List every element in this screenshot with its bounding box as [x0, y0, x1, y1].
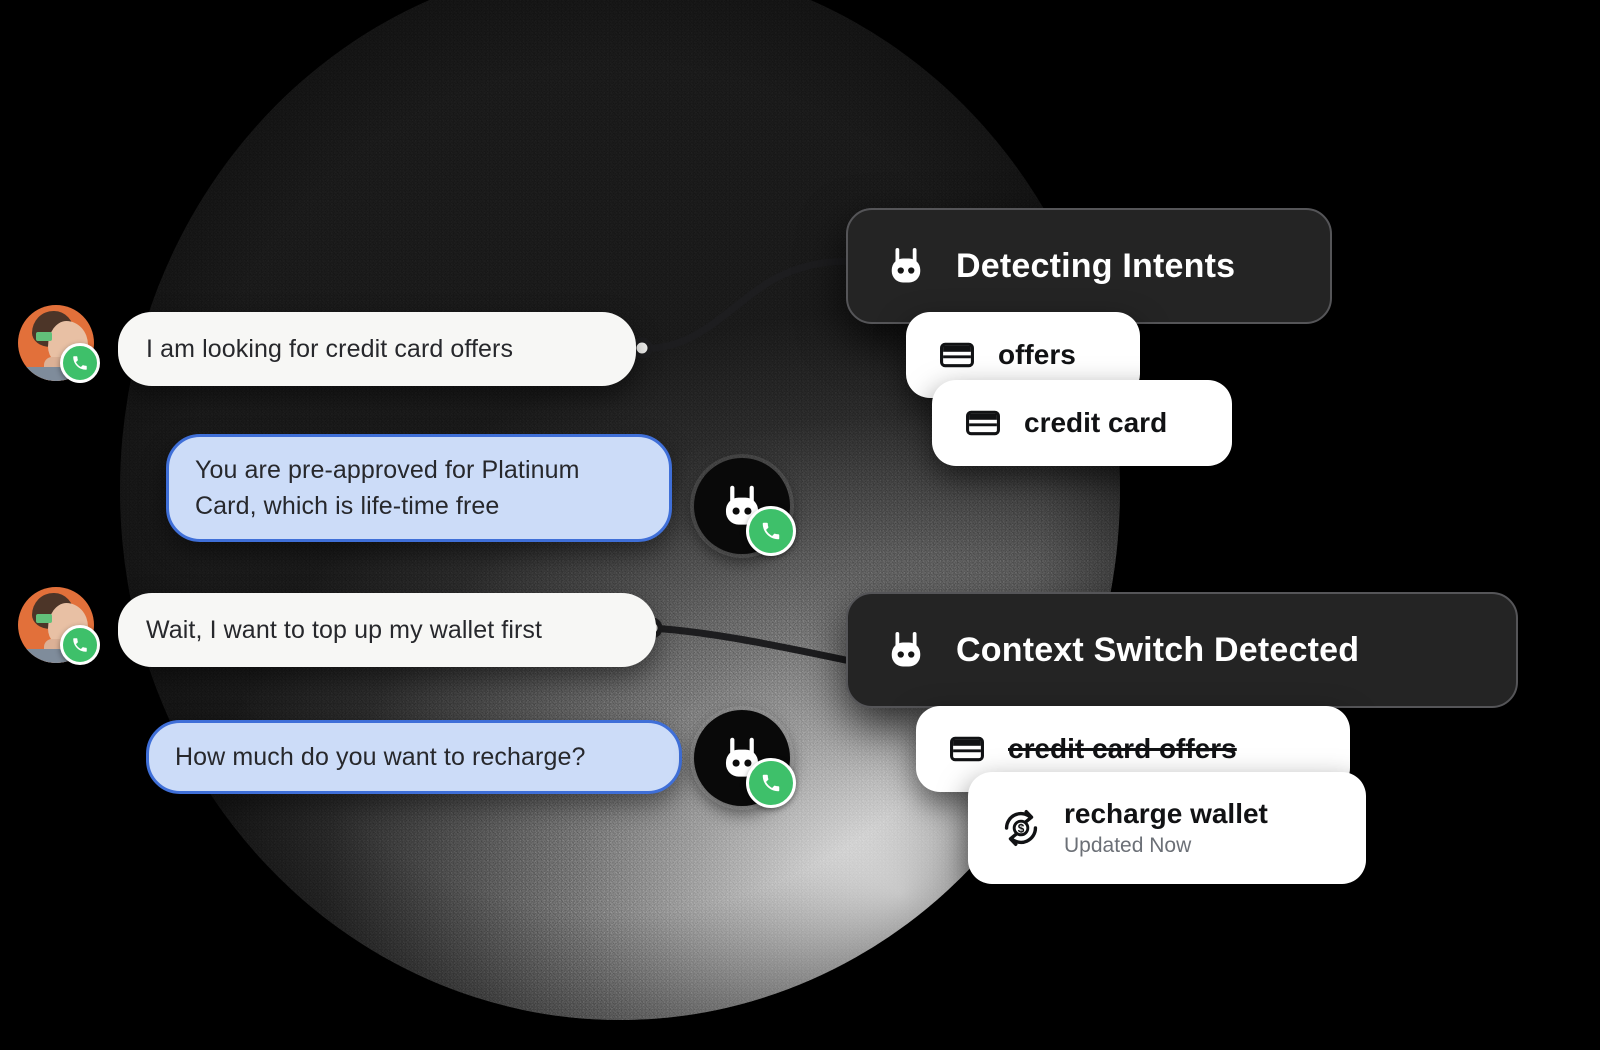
connector-line-2	[641, 617, 859, 666]
avatar-bot-1	[694, 458, 796, 556]
avatar-earpiece	[36, 614, 52, 623]
chat-bubble-text: You are pre-approved for Platinum Card, …	[195, 455, 580, 520]
avatar-user-2	[18, 587, 100, 665]
panel-title: Detecting Intents	[956, 246, 1236, 285]
panel-title: Context Switch Detected	[956, 630, 1360, 669]
credit-card-icon	[950, 736, 984, 762]
chip-intent-recharge-wallet[interactable]: $ recharge wallet Updated Now	[968, 772, 1366, 884]
chat-bubble-text: How much do you want to recharge?	[175, 742, 586, 771]
chat-bubble-text: Wait, I want to top up my wallet first	[146, 615, 543, 644]
chat-bubble-user-2: Wait, I want to top up my wallet first	[118, 593, 656, 667]
chip-label: recharge wallet	[1064, 798, 1268, 829]
panel-context-switch-detected[interactable]: Context Switch Detected	[846, 592, 1518, 708]
credit-card-icon	[940, 342, 974, 368]
chip-label: credit card offers	[1008, 733, 1237, 764]
chip-intent-credit-card[interactable]: credit card	[932, 380, 1232, 466]
phone-badge-icon	[60, 625, 100, 665]
chip-label: offers	[998, 339, 1076, 370]
avatar-earpiece	[36, 332, 52, 341]
avatar-bot-2	[694, 710, 796, 808]
panel-detecting-intents[interactable]: Detecting Intents	[846, 208, 1332, 324]
phone-badge-icon	[746, 506, 796, 556]
illustration-canvas: I am looking for credit card offers You …	[0, 0, 1600, 1050]
chat-bubble-text: I am looking for credit card offers	[146, 334, 514, 363]
bot-head-icon	[891, 632, 921, 667]
chip-text-group: credit card	[1024, 407, 1167, 439]
chat-bubble-bot-1: You are pre-approved for Platinum Card, …	[166, 434, 672, 542]
chip-text-group: recharge wallet Updated Now	[1064, 798, 1268, 858]
bot-head-icon	[891, 248, 921, 283]
chip-sublabel: Updated Now	[1064, 834, 1192, 857]
recharge-dollar-icon: $	[1004, 810, 1038, 846]
chip-text-group: credit card offers	[1008, 733, 1237, 765]
phone-badge-icon	[60, 343, 100, 383]
chip-label: credit card	[1024, 407, 1168, 438]
credit-card-icon	[966, 410, 1000, 436]
chat-bubble-bot-2: How much do you want to recharge?	[146, 720, 682, 794]
chat-bubble-user-1: I am looking for credit card offers	[118, 312, 636, 386]
svg-text:$: $	[1018, 822, 1025, 836]
phone-badge-icon	[746, 758, 796, 808]
chip-text-group: offers	[998, 339, 1076, 371]
avatar-user-1	[18, 305, 100, 383]
